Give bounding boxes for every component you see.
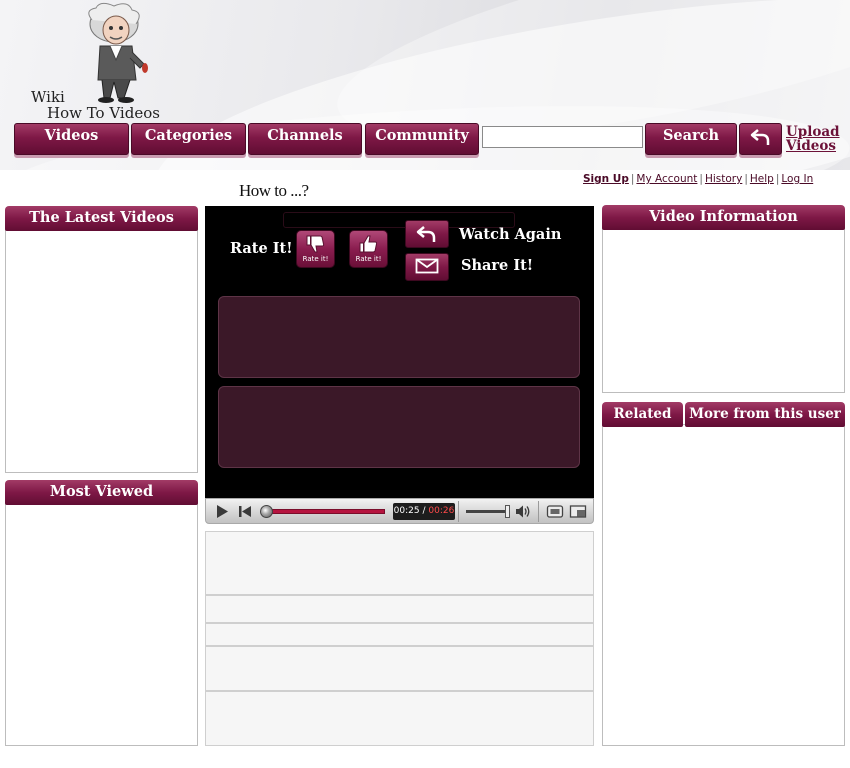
detail-row xyxy=(205,691,594,746)
back-arrow-icon xyxy=(750,129,769,145)
watch-again-button[interactable] xyxy=(405,220,449,248)
thumbs-down-icon xyxy=(306,235,324,253)
upload-link-line2: Videos xyxy=(786,138,836,154)
nav-community-button[interactable]: Community xyxy=(365,123,479,155)
upload-videos-link[interactable]: Upload Videos xyxy=(786,125,846,153)
video-details xyxy=(205,531,594,746)
video-player[interactable]: Rate It! Rate it! Rate it! Watch Again S… xyxy=(205,206,594,498)
player-controls: 00:25 / 00:26 xyxy=(205,498,594,524)
player-overlay-box xyxy=(218,296,580,378)
history-link[interactable]: History xyxy=(705,173,742,185)
site-header: Wiki How To Videos Videos Categories Cha… xyxy=(0,0,850,170)
control-divider xyxy=(538,501,539,522)
back-button[interactable] xyxy=(739,123,782,155)
related-panel xyxy=(602,424,845,746)
envelope-icon xyxy=(415,258,439,274)
link-separator: | xyxy=(699,173,703,185)
log-in-link[interactable]: Log In xyxy=(781,173,813,185)
volume-handle[interactable] xyxy=(504,505,510,518)
logo-text-howto: How To Videos xyxy=(47,104,160,122)
help-link[interactable]: Help xyxy=(750,173,774,185)
my-account-link[interactable]: My Account xyxy=(636,173,697,185)
share-button[interactable] xyxy=(405,253,449,281)
time-display: 00:25 / 00:26 xyxy=(393,503,455,520)
search-input[interactable] xyxy=(482,126,643,148)
play-icon[interactable] xyxy=(212,503,232,520)
fullscreen-icon[interactable] xyxy=(569,504,587,519)
page-title: How to ...? xyxy=(239,181,309,200)
volume-icon[interactable] xyxy=(514,503,532,520)
rate-up-caption: Rate it! xyxy=(355,255,382,263)
time-current: 00:25 xyxy=(393,506,420,516)
rate-thumbs-up-button[interactable]: Rate it! xyxy=(349,230,388,268)
seek-bar[interactable] xyxy=(272,509,385,514)
nav-categories-button[interactable]: Categories xyxy=(131,123,246,155)
captions-icon[interactable] xyxy=(546,504,564,519)
latest-videos-panel xyxy=(5,228,198,473)
user-links-bar: Sign Up | My Account | History | Help | Log In xyxy=(583,173,813,185)
detail-row xyxy=(205,623,594,646)
volume-slider[interactable] xyxy=(466,510,508,513)
tab-related[interactable]: Related xyxy=(602,402,683,427)
tab-more-from-user[interactable]: More from this user xyxy=(685,402,845,427)
video-information-panel xyxy=(602,227,845,393)
logo-mascot-icon[interactable] xyxy=(70,2,160,106)
time-total: 00:26 xyxy=(428,506,455,516)
seek-handle[interactable] xyxy=(260,505,273,518)
detail-row xyxy=(205,531,594,595)
sign-up-link[interactable]: Sign Up xyxy=(583,173,629,185)
thumbs-up-icon xyxy=(359,235,377,253)
video-information-header: Video Information xyxy=(602,205,845,230)
control-divider xyxy=(458,501,459,522)
rate-down-caption: Rate it! xyxy=(302,255,329,263)
detail-row xyxy=(205,595,594,623)
search-button[interactable]: Search xyxy=(645,123,737,155)
latest-videos-header: The Latest Videos xyxy=(5,206,198,231)
link-separator: | xyxy=(775,173,780,185)
nav-channels-button[interactable]: Channels xyxy=(248,123,362,155)
upload-link-line1: Upload xyxy=(786,124,840,140)
most-viewed-panel xyxy=(5,502,198,746)
link-separator: | xyxy=(744,173,748,185)
watch-again-label[interactable]: Watch Again xyxy=(459,226,561,243)
rate-it-label: Rate It! xyxy=(230,240,293,257)
back-arrow-icon xyxy=(416,226,436,242)
detail-row xyxy=(205,646,594,691)
player-overlay-box xyxy=(218,386,580,468)
nav-videos-button[interactable]: Videos xyxy=(14,123,129,155)
rate-thumbs-down-button[interactable]: Rate it! xyxy=(296,230,335,268)
skip-back-icon[interactable] xyxy=(235,503,255,520)
share-it-label[interactable]: Share It! xyxy=(461,257,533,274)
most-viewed-header: Most Viewed xyxy=(5,480,198,505)
link-separator: | xyxy=(630,173,635,185)
